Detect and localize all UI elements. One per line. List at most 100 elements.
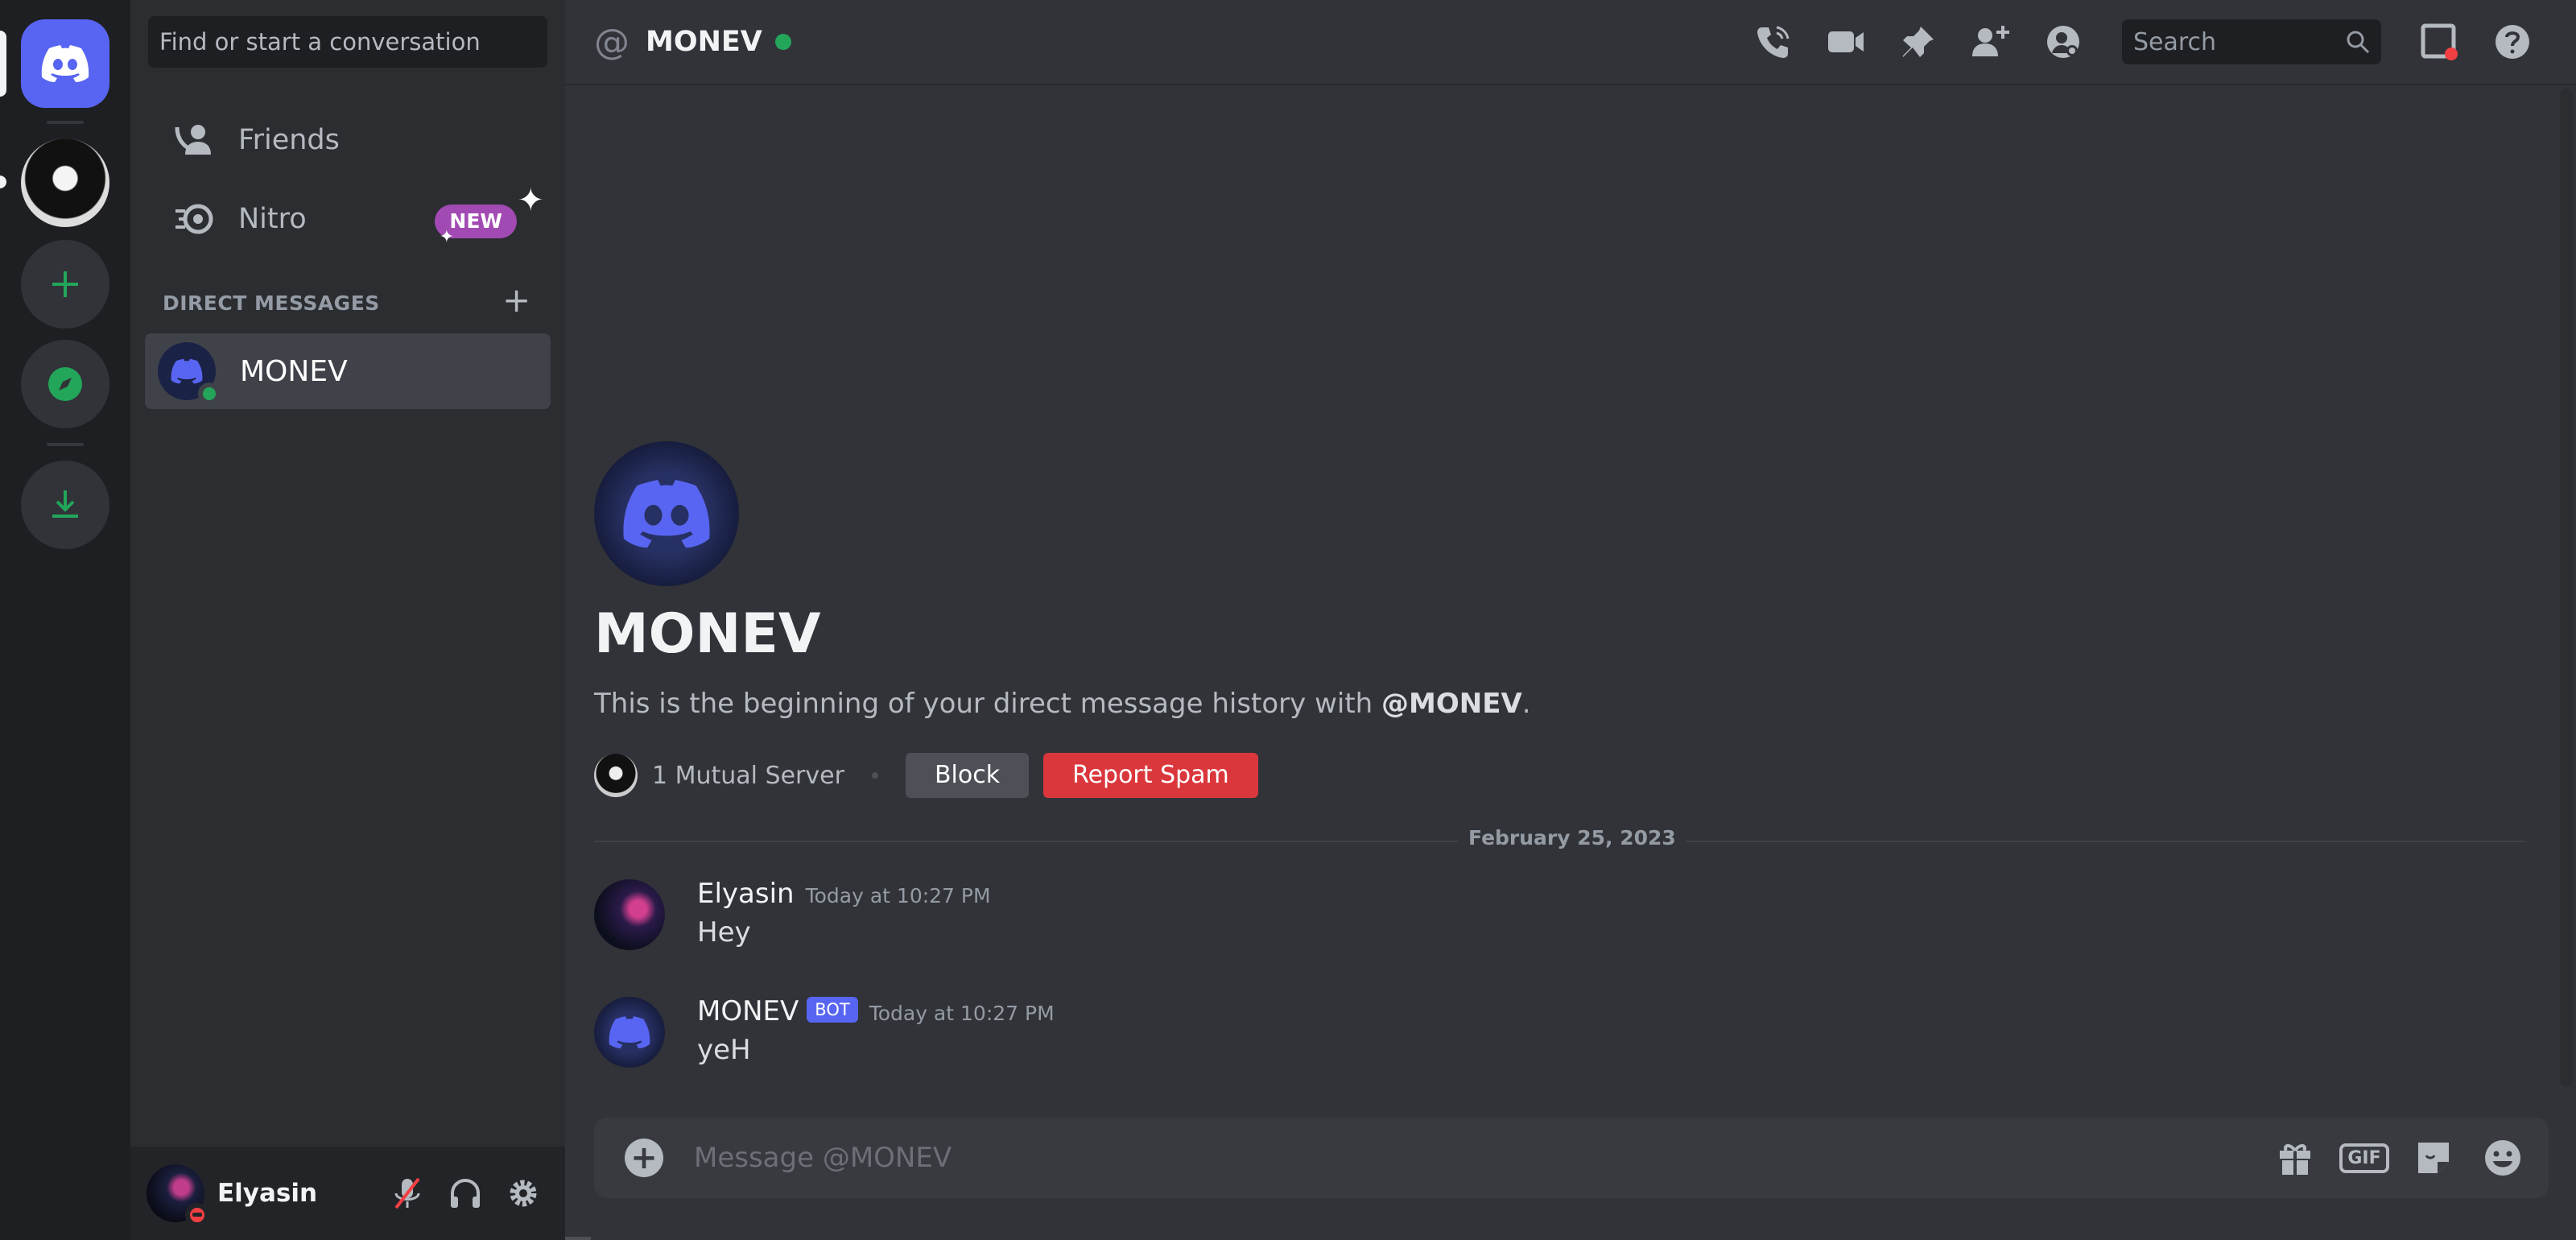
plus-icon [52, 271, 78, 297]
gear-icon [510, 1180, 537, 1207]
friends-icon [171, 122, 219, 158]
nav-nitro[interactable]: Nitro NEW ✦ ✦ [147, 182, 549, 254]
find-conversation-button[interactable]: Find or start a conversation [148, 16, 547, 68]
author-avatar[interactable] [594, 879, 665, 950]
message-composer: + Message @MONEV GIF [594, 1118, 2549, 1198]
recipient-avatar [594, 441, 739, 586]
inbox-icon [2421, 23, 2458, 60]
pinned-messages-button[interactable] [1882, 16, 1955, 68]
add-friends-to-dm-button[interactable] [1955, 16, 2027, 68]
explore-servers-button[interactable] [21, 340, 109, 428]
header-toolbar: Search [1737, 16, 2549, 68]
gift-button[interactable] [2260, 1132, 2330, 1184]
gift-icon [2280, 1144, 2310, 1175]
discord-logo-icon [623, 479, 710, 548]
intro-text: This is the beginning of your direct mes… [594, 688, 1373, 720]
direct-messages-header: DIRECT MESSAGES [163, 291, 380, 315]
message-text: yeH [697, 1034, 751, 1066]
help-icon [2496, 25, 2529, 59]
download-apps-button[interactable] [21, 461, 109, 549]
date-divider-label: February 25, 2023 [1459, 826, 1686, 849]
at-sign-icon: @ [594, 21, 630, 63]
compass-icon [48, 367, 82, 401]
rail-separator [47, 121, 84, 124]
rail-separator [47, 443, 84, 446]
search-input[interactable]: Search [2122, 19, 2381, 64]
recipient-name: MONEV [594, 602, 821, 666]
message-timestamp: Today at 10:27 PM [869, 1002, 1055, 1025]
mutual-row: 1 Mutual Server Block Report Spam [594, 752, 1258, 799]
add-user-icon [1972, 26, 2009, 56]
sticker-button[interactable] [2399, 1132, 2468, 1184]
online-status-icon [198, 382, 221, 405]
bot-badge: BOT [807, 997, 858, 1023]
create-dm-button[interactable]: + [502, 283, 530, 317]
gif-icon: GIF [2339, 1143, 2389, 1173]
dm-history-intro: This is the beginning of your direct mes… [594, 688, 1531, 720]
inbox-button[interactable] [2404, 16, 2476, 68]
intro-mention[interactable]: @MONEV [1381, 688, 1522, 720]
block-button[interactable]: Block [905, 753, 1030, 798]
microphone-muted-icon [394, 1177, 420, 1209]
gif-button[interactable]: GIF [2330, 1132, 2399, 1184]
mute-button[interactable] [378, 1164, 436, 1222]
author-name[interactable]: Elyasin [697, 878, 795, 910]
dm-item-name: MONEV [240, 354, 348, 388]
unread-indicator [0, 176, 6, 188]
sticker-icon [2418, 1143, 2449, 1173]
channel-title: MONEV [646, 26, 762, 58]
emoji-button[interactable] [2468, 1132, 2537, 1184]
dnd-status-icon [185, 1203, 209, 1227]
sparkle-icon: ✦ [439, 227, 454, 247]
server-venom[interactable] [21, 138, 109, 227]
chat-main: @ MONEV Search MONEV This is the beginni… [565, 0, 2576, 1240]
dm-item-monev[interactable]: MONEV [145, 333, 551, 409]
discord-logo-icon [41, 45, 89, 82]
resize-handle [565, 1237, 591, 1240]
phone-call-icon [1757, 26, 1790, 58]
user-avatar[interactable] [147, 1164, 209, 1227]
emoji-icon [2485, 1140, 2520, 1176]
mutual-server-icon[interactable] [594, 754, 638, 797]
user-profile-button[interactable] [2027, 16, 2099, 68]
selected-indicator [0, 31, 6, 97]
dm-sidebar: Find or start a conversation Friends Nit… [130, 0, 565, 1240]
message-item: MONEV BOT Today at 10:27 PM yeH [594, 995, 2526, 1084]
home-button[interactable] [21, 19, 109, 108]
message-text: Hey [697, 916, 751, 949]
download-icon [52, 490, 78, 518]
message-timestamp: Today at 10:27 PM [805, 884, 991, 907]
nav-friends-label: Friends [238, 124, 340, 156]
sparkle-icon: ✦ [517, 182, 544, 219]
nav-friends[interactable]: Friends [147, 105, 549, 176]
mutual-servers-link[interactable]: 1 Mutual Server [652, 762, 844, 790]
user-profile-icon [2047, 26, 2079, 58]
video-call-button[interactable] [1810, 16, 1882, 68]
deafen-button[interactable] [436, 1164, 494, 1222]
user-name[interactable]: Elyasin [217, 1179, 378, 1208]
search-placeholder: Search [2133, 27, 2217, 56]
avatar [158, 342, 221, 405]
help-button[interactable] [2476, 16, 2549, 68]
message-input[interactable]: Message @MONEV [694, 1142, 2260, 1174]
discord-logo-icon [171, 358, 203, 384]
nitro-icon [171, 201, 219, 237]
server-rail [0, 0, 130, 1240]
report-spam-button[interactable]: Report Spam [1043, 753, 1258, 798]
headphones-icon [451, 1178, 480, 1208]
user-panel: Elyasin [130, 1147, 565, 1240]
author-avatar[interactable] [594, 997, 665, 1068]
message-item: Elyasin Today at 10:27 PM Hey [594, 878, 2526, 966]
separator-dot [871, 772, 878, 779]
pin-icon [1903, 27, 1934, 57]
chat-header: @ MONEV Search [565, 0, 2576, 85]
upload-plus-button[interactable]: + [625, 1139, 663, 1177]
user-settings-button[interactable] [494, 1164, 552, 1222]
message-scrollbar[interactable] [2560, 89, 2573, 1087]
discord-logo-icon [609, 1016, 650, 1048]
online-status-icon [774, 34, 791, 50]
voice-call-button[interactable] [1737, 16, 1810, 68]
author-name[interactable]: MONEV [697, 995, 799, 1027]
intro-text-suffix: . [1521, 688, 1531, 720]
add-server-button[interactable] [21, 240, 109, 329]
